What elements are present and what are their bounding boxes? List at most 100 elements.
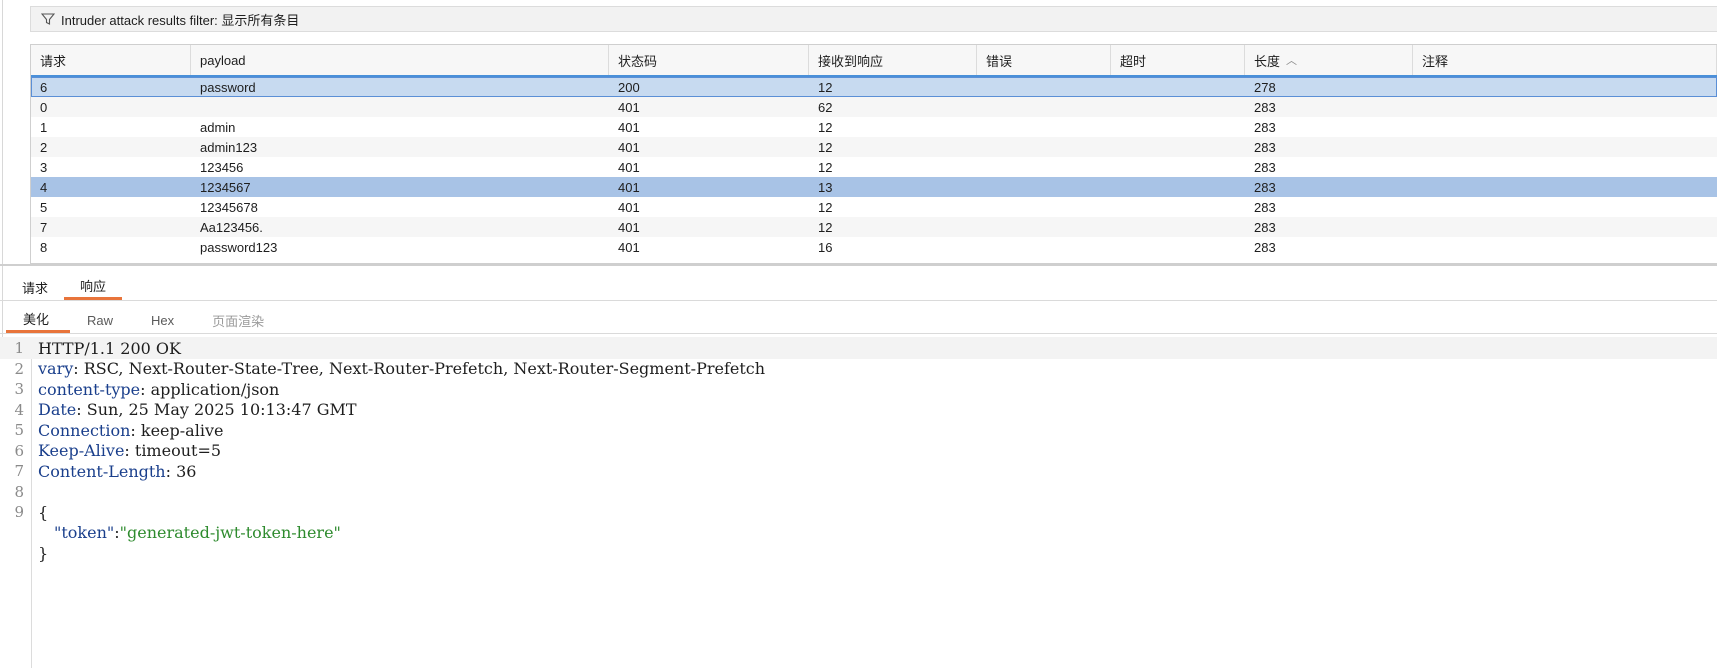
table-cell: 62 bbox=[818, 99, 833, 115]
table-row[interactable]: 5 12345678 401 12 283 bbox=[31, 197, 1717, 217]
line-number: 9 bbox=[14, 503, 24, 521]
column-header[interactable]: 接收到响应 bbox=[809, 45, 977, 75]
header-value: : Sun, 25 May 2025 10:13:47 GMT bbox=[76, 400, 357, 419]
response-editor[interactable]: 1 HTTP/1.1 200 OK 2 vary: RSC, Next-Router-… bbox=[0, 337, 1717, 668]
table-row[interactable]: 4 1234567 401 13 283 bbox=[31, 177, 1717, 197]
json-key: "token" bbox=[54, 523, 115, 542]
subtabs-divider bbox=[0, 333, 1717, 334]
code-text: Connection: keep-alive bbox=[38, 421, 223, 440]
table-row[interactable]: 6 password 200 12 278 bbox=[31, 77, 1717, 97]
code-line: 9{ bbox=[0, 501, 1717, 523]
tab-raw[interactable]: Raw bbox=[70, 307, 134, 333]
table-cell: password123 bbox=[200, 239, 278, 255]
table-cell: 6 bbox=[40, 79, 48, 95]
code-line: 8 bbox=[0, 481, 1717, 503]
code-text: Content-Length: 36 bbox=[38, 462, 196, 481]
table-cell bbox=[977, 157, 1111, 177]
results-filter-bar[interactable]: Intruder attack results filter: 显示所有条目 bbox=[30, 6, 1717, 32]
line-number: 6 bbox=[14, 441, 24, 460]
table-cell: 401 bbox=[618, 219, 640, 235]
header-name: Keep-Alive bbox=[38, 441, 125, 460]
column-header[interactable]: payload bbox=[191, 45, 609, 75]
table-cell: 12 bbox=[818, 119, 833, 135]
pane-splitter[interactable] bbox=[0, 264, 1717, 266]
table-cell: 401 bbox=[618, 159, 640, 175]
table-cell: 283 bbox=[1254, 159, 1276, 175]
table-cell bbox=[1111, 97, 1245, 117]
column-header[interactable]: 长度 ︿ bbox=[1245, 45, 1413, 75]
table-cell bbox=[977, 117, 1111, 137]
table-cell: password bbox=[200, 79, 256, 95]
table-row[interactable]: 8 password123 401 16 283 bbox=[31, 237, 1717, 257]
tab-request[interactable]: 请求 bbox=[6, 274, 64, 300]
column-header[interactable]: 超时 bbox=[1111, 45, 1245, 75]
column-header[interactable]: 状态码 bbox=[609, 45, 809, 75]
table-cell bbox=[1111, 117, 1245, 137]
table-cell: 401 bbox=[618, 199, 640, 215]
header-value: HTTP/1.1 200 OK bbox=[38, 338, 181, 358]
table-cell: 123456 bbox=[200, 159, 244, 175]
table-row[interactable]: 0 401 62 283 bbox=[31, 97, 1717, 117]
column-header[interactable]: 错误 bbox=[977, 45, 1111, 75]
code-line: } bbox=[0, 542, 1717, 564]
table-cell: 12 bbox=[818, 219, 833, 235]
column-header-label: 注释 bbox=[1422, 53, 1449, 69]
line-number: 2 bbox=[14, 359, 24, 378]
table-cell bbox=[1413, 237, 1717, 257]
column-header[interactable]: 请求 bbox=[31, 45, 191, 75]
table-cell bbox=[1111, 177, 1245, 197]
tab-pretty[interactable]: 美化 bbox=[6, 307, 71, 333]
code-line: 6 Keep-Alive: timeout=5 bbox=[0, 440, 1717, 462]
table-cell: 3 bbox=[40, 159, 48, 175]
tab-render[interactable]: 页面渲染 bbox=[195, 307, 285, 333]
table-cell bbox=[977, 77, 1111, 97]
table-cell: 401 bbox=[618, 139, 640, 155]
message-tabs: 请求 响应 bbox=[6, 274, 123, 300]
table-cell: 283 bbox=[1254, 239, 1276, 255]
header-value: : keep-alive bbox=[130, 420, 224, 440]
table-cell bbox=[977, 217, 1111, 237]
table-row[interactable]: 3 123456 401 12 283 bbox=[31, 157, 1717, 177]
table-cell: 13 bbox=[818, 179, 833, 195]
sort-ascending-icon: ︿ bbox=[1286, 55, 1298, 67]
table-cell bbox=[191, 97, 609, 117]
table-cell: 401 bbox=[618, 179, 640, 195]
table-cell: 12 bbox=[818, 199, 833, 215]
results-table: 请求 payload 状态码 接收到响应 错误 超时 长度 ︿ 注释 6 password 200 1… bbox=[30, 44, 1717, 264]
table-cell bbox=[1111, 77, 1245, 97]
code-line: "token":"generated-jwt-token-here" bbox=[0, 522, 1717, 544]
code-text: } bbox=[38, 543, 49, 563]
table-cell bbox=[977, 137, 1111, 157]
table-cell bbox=[977, 177, 1111, 197]
table-cell: 12 bbox=[818, 79, 833, 95]
table-row[interactable]: 1 admin 401 12 283 bbox=[31, 117, 1717, 137]
header-name: vary bbox=[38, 359, 74, 378]
table-cell: 278 bbox=[1254, 79, 1276, 95]
column-header[interactable]: 注释 bbox=[1413, 45, 1717, 75]
table-cell: 7 bbox=[40, 219, 48, 235]
header-name: Content-Length bbox=[38, 461, 166, 481]
table-row[interactable]: 7 Aa123456. 401 12 283 bbox=[31, 217, 1717, 237]
table-row[interactable]: 2 admin123 401 12 283 bbox=[31, 137, 1717, 157]
table-header: 请求 payload 状态码 接收到响应 错误 超时 长度 ︿ 注释 bbox=[31, 45, 1717, 77]
column-header-label: payload bbox=[200, 52, 246, 68]
table-cell: 401 bbox=[618, 239, 640, 255]
table-cell: 283 bbox=[1254, 199, 1276, 215]
header-name: Connection bbox=[38, 420, 131, 440]
code-text: { bbox=[38, 503, 48, 522]
tab-response[interactable]: 响应 bbox=[64, 274, 123, 300]
table-cell bbox=[977, 197, 1111, 217]
table-cell: 4 bbox=[40, 179, 48, 195]
code-text: vary: RSC, Next-Router-State-Tree, Next-… bbox=[38, 359, 765, 378]
table-cell: 16 bbox=[818, 239, 833, 255]
code-text: Keep-Alive: timeout=5 bbox=[38, 441, 221, 460]
table-cell bbox=[1413, 177, 1717, 197]
table-cell: 200 bbox=[618, 79, 640, 95]
table-cell: admin123 bbox=[200, 139, 258, 155]
column-header-label: 超时 bbox=[1120, 53, 1147, 69]
column-header-label: 错误 bbox=[986, 53, 1013, 69]
line-number: 7 bbox=[14, 462, 24, 480]
tab-hex[interactable]: Hex bbox=[134, 307, 195, 333]
table-cell: admin bbox=[200, 119, 236, 135]
table-cell: 12 bbox=[818, 159, 833, 175]
